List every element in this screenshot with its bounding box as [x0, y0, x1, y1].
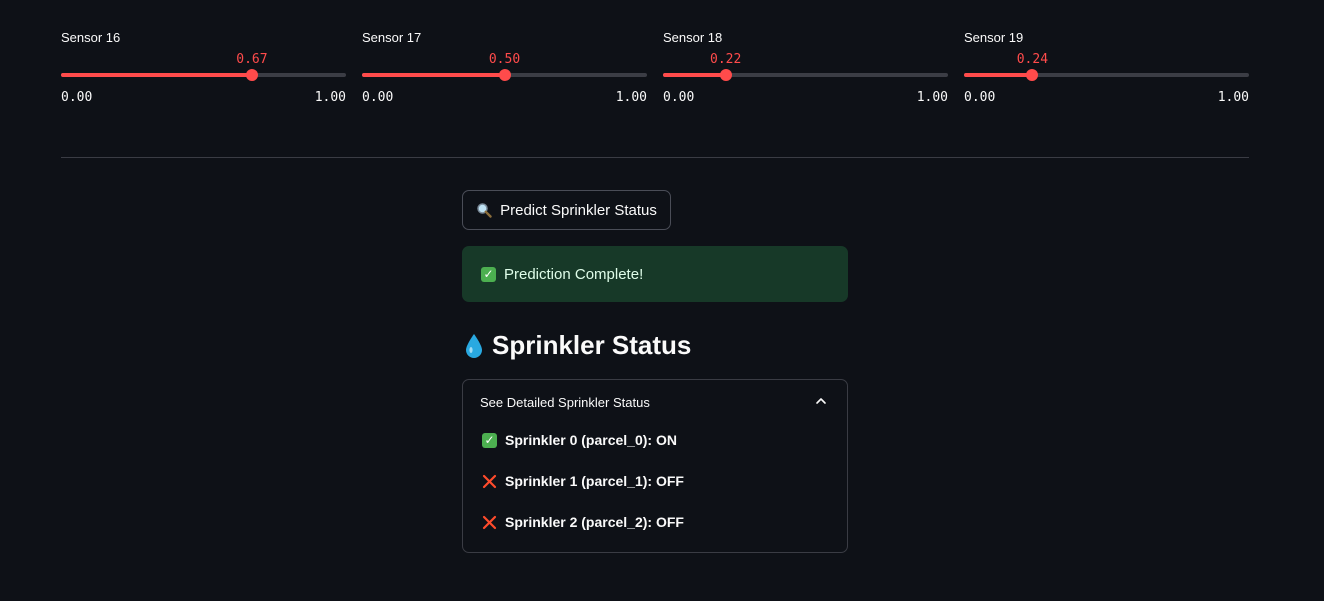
sensor-17-slider[interactable]: Sensor 17 0.50 0.00 1.00 [362, 30, 647, 110]
status-title-text: Sprinkler Status [492, 330, 692, 360]
expander-label: See Detailed Sprinkler Status [480, 394, 650, 410]
sensor-18-slider[interactable]: Sensor 18 0.22 0.00 1.00 [663, 30, 948, 110]
slider-label: Sensor 19 [964, 30, 1024, 45]
slider-fill [663, 73, 726, 77]
check-icon: ✓ [482, 432, 497, 448]
sensor-16-slider[interactable]: Sensor 16 0.67 0.00 1.00 [61, 30, 346, 110]
slider-max: 1.00 [916, 90, 948, 105]
section-divider [61, 157, 1249, 158]
slider-min: 0.00 [964, 90, 996, 105]
slider-thumb[interactable] [1026, 69, 1039, 81]
slider-track[interactable] [663, 69, 948, 81]
slider-label: Sensor 17 [362, 30, 422, 45]
slider-value: 0.24 [1016, 52, 1049, 67]
slider-max: 1.00 [1217, 90, 1249, 105]
sprinkler-status-heading: Sprinkler Status [464, 330, 691, 361]
magnifier-icon [477, 203, 492, 218]
slider-thumb[interactable] [245, 69, 258, 81]
sprinkler-details-expander: See Detailed Sprinkler Status ✓ Sprinkle… [462, 379, 848, 553]
predict-sprinkler-button[interactable]: Predict Sprinkler Status [462, 190, 671, 230]
sprinkler-row-2: Sprinkler 2 (parcel_2): OFF [482, 514, 684, 530]
sprinkler-status-text: Sprinkler 0 (parcel_0): ON [505, 432, 677, 448]
sensor-19-slider[interactable]: Sensor 19 0.24 0.00 1.00 [964, 30, 1249, 110]
sprinkler-status-text: Sprinkler 1 (parcel_1): OFF [505, 473, 684, 489]
slider-min: 0.00 [61, 90, 93, 105]
slider-min: 0.00 [663, 90, 695, 105]
slider-thumb[interactable] [498, 69, 511, 81]
slider-value: 0.22 [710, 52, 742, 67]
slider-fill [964, 73, 1033, 77]
slider-track[interactable] [964, 69, 1249, 81]
slider-fill [61, 73, 252, 77]
chevron-up-icon [816, 398, 826, 404]
slider-thumb[interactable] [719, 69, 732, 81]
sprinkler-row-1: Sprinkler 1 (parcel_1): OFF [482, 473, 684, 489]
cross-icon [482, 474, 497, 488]
slider-label: Sensor 16 [61, 30, 121, 45]
slider-fill [362, 73, 505, 77]
slider-min: 0.00 [362, 90, 394, 105]
predict-button-label: Predict Sprinkler Status [500, 201, 657, 219]
slider-track[interactable] [61, 69, 346, 81]
slider-value: 0.50 [488, 52, 521, 67]
droplet-icon [466, 333, 482, 358]
sprinkler-status-text: Sprinkler 2 (parcel_2): OFF [505, 514, 684, 530]
sprinkler-row-0: ✓ Sprinkler 0 (parcel_0): ON [482, 432, 677, 448]
success-text: Prediction Complete! [504, 265, 644, 283]
slider-label: Sensor 18 [663, 30, 723, 45]
slider-value: 0.67 [236, 52, 268, 67]
check-icon: ✓ [481, 266, 496, 282]
cross-icon [482, 515, 497, 529]
slider-max: 1.00 [615, 90, 647, 105]
slider-max: 1.00 [314, 90, 346, 105]
slider-track[interactable] [362, 69, 647, 81]
app-page: Sensor 16 0.67 0.00 1.00 Sensor 17 0.50 … [0, 0, 1324, 601]
expander-header[interactable]: See Detailed Sprinkler Status [463, 380, 847, 424]
success-alert: ✓ Prediction Complete! [462, 246, 848, 302]
